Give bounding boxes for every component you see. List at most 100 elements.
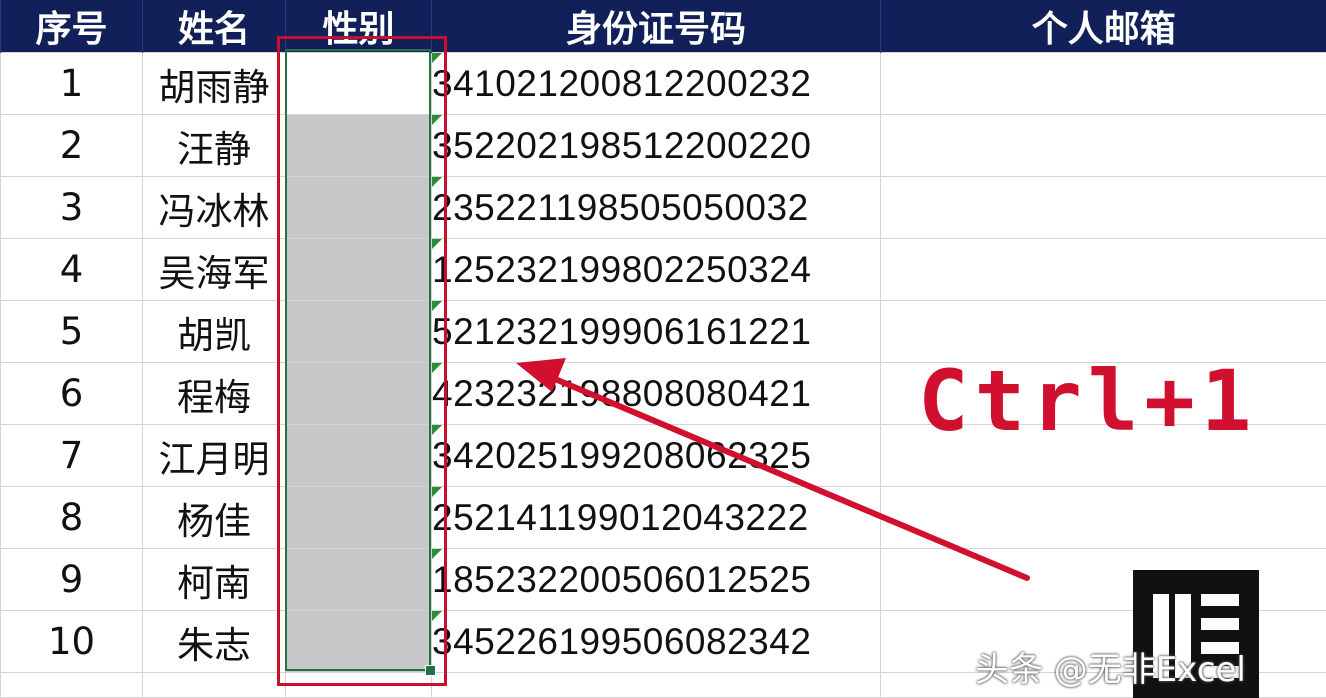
cell-id[interactable]: 125232199802250324 bbox=[431, 238, 881, 301]
cell-email[interactable] bbox=[880, 52, 1326, 115]
fill-handle[interactable] bbox=[425, 665, 436, 676]
error-indicator-icon[interactable] bbox=[432, 549, 442, 559]
cell-name-text: 胡凯 bbox=[177, 313, 251, 357]
cell-name[interactable]: 柯南 bbox=[142, 548, 286, 611]
header-id[interactable]: 身份证号码 bbox=[431, 0, 881, 53]
cell-gender[interactable] bbox=[285, 486, 432, 549]
empty-cell[interactable] bbox=[0, 672, 143, 698]
cell-num-text: 9 bbox=[59, 558, 84, 601]
error-indicator-icon[interactable] bbox=[432, 177, 442, 187]
cell-num[interactable]: 7 bbox=[0, 424, 143, 487]
cell-name[interactable]: 朱志 bbox=[142, 610, 286, 673]
cell-name-text: 汪静 bbox=[177, 127, 251, 171]
cell-num[interactable]: 6 bbox=[0, 362, 143, 425]
cell-id[interactable]: 345226199506082342 bbox=[431, 610, 881, 673]
cell-name[interactable]: 冯冰林 bbox=[142, 176, 286, 239]
cell-num-text: 3 bbox=[59, 186, 84, 229]
cell-num[interactable]: 8 bbox=[0, 486, 143, 549]
cell-name[interactable]: 胡雨静 bbox=[142, 52, 286, 115]
cell-num[interactable]: 10 bbox=[0, 610, 143, 673]
cell-id[interactable]: 521232199906161221 bbox=[431, 300, 881, 363]
cell-name[interactable]: 汪静 bbox=[142, 114, 286, 177]
cell-id[interactable]: 352202198512200220 bbox=[431, 114, 881, 177]
cell-gender[interactable] bbox=[285, 114, 432, 177]
cell-name[interactable]: 吴海军 bbox=[142, 238, 286, 301]
cell-id-text: 341021200812200232 bbox=[432, 62, 812, 104]
cell-num-text: 6 bbox=[59, 372, 84, 415]
cell-id[interactable]: 235221198505050032 bbox=[431, 176, 881, 239]
cell-id-text: 185232200506012525 bbox=[432, 558, 812, 600]
cell-name-text: 江月明 bbox=[158, 437, 270, 481]
cell-email[interactable] bbox=[880, 548, 1326, 611]
watermark: 头条 @无非Excel bbox=[975, 650, 1246, 690]
cell-num[interactable]: 3 bbox=[0, 176, 143, 239]
error-indicator-icon[interactable] bbox=[432, 53, 442, 63]
empty-cell[interactable] bbox=[285, 672, 432, 698]
cell-name[interactable]: 江月明 bbox=[142, 424, 286, 487]
cell-num[interactable]: 1 bbox=[0, 52, 143, 115]
cell-gender[interactable] bbox=[285, 362, 432, 425]
cell-num-text: 7 bbox=[59, 434, 84, 477]
cell-num[interactable]: 2 bbox=[0, 114, 143, 177]
table-row: 1 胡雨静 341021200812200232 bbox=[0, 52, 1326, 115]
header-email[interactable]: 个人邮箱 bbox=[880, 0, 1326, 53]
cell-num-text: 8 bbox=[59, 496, 84, 539]
cell-name[interactable]: 胡凯 bbox=[142, 300, 286, 363]
error-indicator-icon[interactable] bbox=[432, 301, 442, 311]
header-name[interactable]: 姓名 bbox=[142, 0, 286, 53]
cell-id-text: 235221198505050032 bbox=[432, 186, 809, 228]
table-row: 2 汪静 352202198512200220 bbox=[0, 114, 1326, 177]
cell-gender[interactable] bbox=[285, 548, 432, 611]
cell-num[interactable]: 4 bbox=[0, 238, 143, 301]
error-indicator-icon[interactable] bbox=[432, 363, 442, 373]
cell-name[interactable]: 程梅 bbox=[142, 362, 286, 425]
cell-gender[interactable] bbox=[285, 52, 432, 115]
cell-id[interactable]: 342025199208062325 bbox=[431, 424, 881, 487]
table-row: 9 柯南 185232200506012525 bbox=[0, 548, 1326, 611]
header-gender[interactable]: 性别 bbox=[285, 0, 432, 53]
cell-gender[interactable] bbox=[285, 300, 432, 363]
cell-name-text: 程梅 bbox=[177, 375, 251, 419]
cell-num-text: 5 bbox=[59, 310, 84, 353]
error-indicator-icon[interactable] bbox=[432, 611, 442, 621]
cell-id[interactable]: 423232198808080421 bbox=[431, 362, 881, 425]
header-row: 序号 姓名 性别 身份证号码 个人邮箱 bbox=[0, 0, 1326, 53]
cell-num[interactable]: 9 bbox=[0, 548, 143, 611]
cell-email[interactable] bbox=[880, 176, 1326, 239]
spreadsheet: 序号 姓名 性别 身份证号码 个人邮箱 1 胡雨静 3410212008122002… bbox=[0, 0, 1326, 698]
cell-gender[interactable] bbox=[285, 610, 432, 673]
cell-id-text: 521232199906161221 bbox=[432, 310, 812, 352]
cell-id-text: 252141199012043222 bbox=[432, 496, 809, 538]
cell-num[interactable]: 5 bbox=[0, 300, 143, 363]
cell-email[interactable] bbox=[880, 114, 1326, 177]
error-indicator-icon[interactable] bbox=[432, 115, 442, 125]
empty-cell[interactable] bbox=[431, 672, 881, 698]
cell-id[interactable]: 185232200506012525 bbox=[431, 548, 881, 611]
cell-email[interactable] bbox=[880, 238, 1326, 301]
cell-gender[interactable] bbox=[285, 176, 432, 239]
error-indicator-icon[interactable] bbox=[432, 487, 442, 497]
cell-name-text: 杨佳 bbox=[177, 499, 251, 543]
cell-id-text: 345226199506082342 bbox=[432, 620, 812, 662]
cell-gender[interactable] bbox=[285, 238, 432, 301]
empty-cell[interactable] bbox=[142, 672, 286, 698]
error-indicator-icon[interactable] bbox=[432, 425, 442, 435]
cell-email[interactable] bbox=[880, 486, 1326, 549]
cell-name-text: 冯冰林 bbox=[158, 189, 270, 233]
cell-id[interactable]: 252141199012043222 bbox=[431, 486, 881, 549]
header-num[interactable]: 序号 bbox=[0, 0, 143, 53]
table-row: 3 冯冰林 235221198505050032 bbox=[0, 176, 1326, 239]
cell-id[interactable]: 341021200812200232 bbox=[431, 52, 881, 115]
cell-name-text: 吴海军 bbox=[158, 251, 270, 295]
error-indicator-icon[interactable] bbox=[432, 239, 442, 249]
cell-name-text: 柯南 bbox=[177, 561, 251, 605]
cell-name[interactable]: 杨佳 bbox=[142, 486, 286, 549]
cell-num-text: 1 bbox=[59, 62, 84, 105]
cell-id-text: 342025199208062325 bbox=[432, 434, 812, 476]
cell-gender[interactable] bbox=[285, 424, 432, 487]
cell-num-text: 10 bbox=[47, 620, 96, 663]
table-row: 8 杨佳 252141199012043222 bbox=[0, 486, 1326, 549]
cell-id-text: 352202198512200220 bbox=[432, 124, 812, 166]
shortcut-annotation: Ctrl+1 bbox=[918, 352, 1258, 450]
cell-num-text: 4 bbox=[59, 248, 84, 291]
